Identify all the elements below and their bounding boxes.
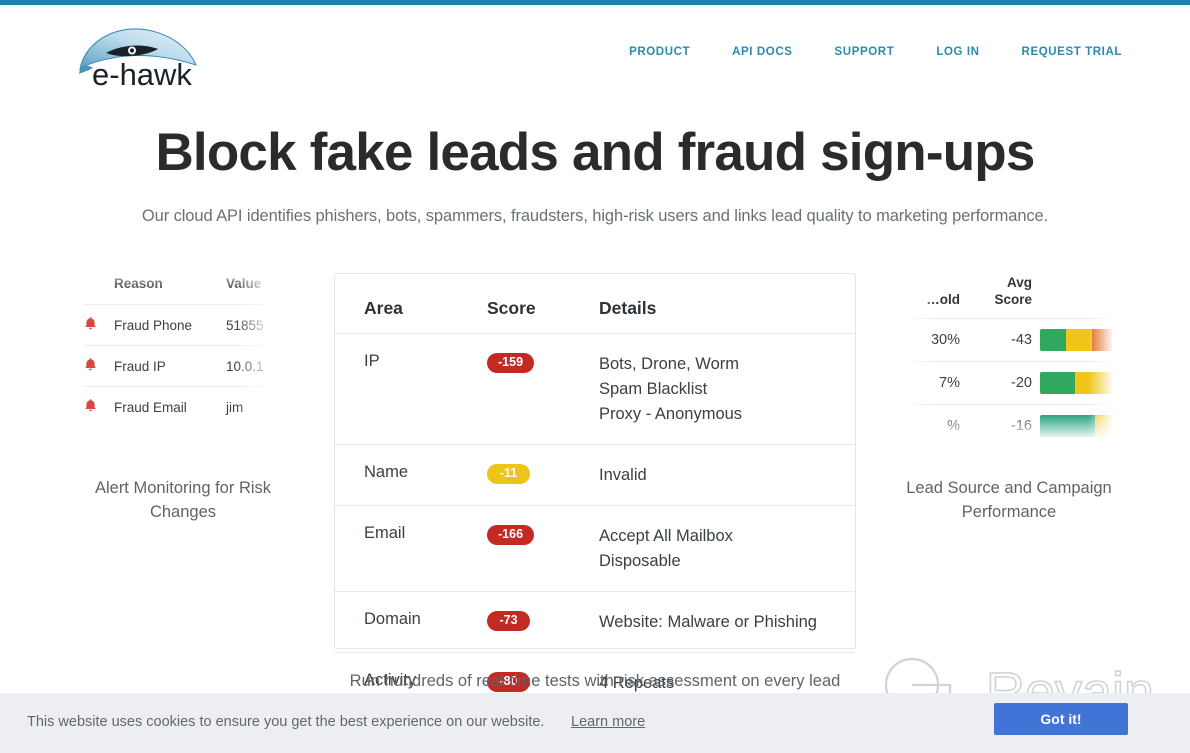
- risk-details: Invalid: [597, 444, 855, 506]
- bar-segment-orange: [1091, 329, 1112, 351]
- site-header: e-hawk PRODUCT API DOCS SUPPORT LOG IN R…: [0, 5, 1190, 100]
- alert-reason: Fraud IP: [114, 345, 226, 387]
- campaign-avg-score: -20: [968, 361, 1040, 405]
- campaign-threshold: 7%: [896, 361, 968, 405]
- risk-col-score: Score: [487, 274, 597, 334]
- alert-value: 51855: [226, 304, 282, 346]
- risk-details: Website: Malware or Phishing: [597, 591, 855, 653]
- table-row: Email -166 Accept All Mailbox Disposable: [335, 505, 855, 592]
- campaign-bar-cell: [1040, 404, 1122, 444]
- bar-segment-yellow: [1094, 415, 1112, 437]
- bell-icon: [84, 316, 97, 331]
- risk-col-area: Area: [335, 274, 487, 334]
- right-panel-caption: Lead Source and Campaign Performance: [906, 479, 1112, 521]
- page-root: e-hawk PRODUCT API DOCS SUPPORT LOG IN R…: [0, 0, 1190, 753]
- campaign-col-avg-score: Avg Score: [994, 275, 1032, 307]
- cookie-learn-more-link[interactable]: Learn more: [571, 714, 645, 730]
- nav-item-api-docs[interactable]: API DOCS: [711, 46, 813, 58]
- table-row: % -16: [896, 404, 1122, 444]
- risk-table: Area Score Details IP -159 Bots, Drone, …: [335, 274, 855, 713]
- cookie-message: This website uses cookies to ensure you …: [27, 714, 545, 730]
- bell-icon: [84, 357, 97, 372]
- alert-reason: Fraud Phone: [114, 304, 226, 346]
- campaign-col-threshold: …old: [926, 292, 960, 307]
- alert-reason: Fraud Email: [114, 386, 226, 427]
- risk-col-details: Details: [597, 274, 855, 334]
- score-bar: [1040, 372, 1112, 394]
- campaign-avg-score: -16: [968, 404, 1040, 444]
- table-row: IP -159 Bots, Drone, Worm Spam Blacklist…: [335, 333, 855, 445]
- risk-area: Name: [335, 444, 487, 506]
- risk-table-header-row: Area Score Details: [335, 274, 855, 334]
- risk-score-cell: -11: [487, 444, 597, 506]
- ehawk-logo-mark: e-hawk: [79, 28, 197, 87]
- table-row: Fraud Email jim: [84, 386, 282, 427]
- alert-icon-cell: [84, 345, 114, 387]
- svg-text:e-hawk: e-hawk: [92, 57, 192, 87]
- nav-item-product[interactable]: PRODUCT: [608, 46, 711, 58]
- campaign-col-bar: [1040, 274, 1122, 319]
- risk-assessment-card: Area Score Details IP -159 Bots, Drone, …: [334, 273, 856, 692]
- campaign-bar-cell: [1040, 361, 1122, 405]
- status-badge: -11: [487, 464, 530, 484]
- table-row: 30% -43: [896, 318, 1122, 362]
- bar-segment-yellow: [1074, 372, 1112, 394]
- alert-icon-cell: [84, 304, 114, 346]
- bell-icon: [84, 398, 97, 413]
- campaign-avg-score: -43: [968, 318, 1040, 362]
- alert-value: 10.0.1: [226, 345, 282, 387]
- risk-area: IP: [335, 333, 487, 445]
- alerts-table: Reason Value Fraud Phone 51855 Fraud IP …: [84, 276, 282, 427]
- page-subtitle: Our cloud API identifies phishers, bots,…: [141, 207, 1049, 225]
- table-row: Fraud IP 10.0.1: [84, 345, 282, 387]
- campaign-table: …old Avg Score 30% -43 7% -20 % -16: [896, 274, 1122, 444]
- campaign-performance-preview: …old Avg Score 30% -43 7% -20 % -16: [896, 262, 1122, 444]
- alert-value: jim: [226, 386, 282, 427]
- risk-area: Domain: [335, 591, 487, 653]
- status-badge: -159: [487, 353, 535, 373]
- alerts-table-header-row: Reason Value: [84, 276, 282, 305]
- alerts-col-reason: Reason: [114, 276, 163, 291]
- main-nav: PRODUCT API DOCS SUPPORT LOG IN REQUEST …: [608, 46, 1122, 58]
- score-bar: [1040, 329, 1112, 351]
- alerts-col-value: Value: [226, 276, 262, 291]
- risk-area: Email: [335, 505, 487, 592]
- nav-item-log-in[interactable]: LOG IN: [915, 46, 1000, 58]
- bar-segment-yellow: [1065, 329, 1092, 351]
- bar-segment-green: [1040, 329, 1066, 351]
- table-row: 7% -20: [896, 361, 1122, 405]
- cookie-accept-button[interactable]: Got it!: [994, 703, 1128, 735]
- table-row: Domain -73 Website: Malware or Phishing: [335, 591, 855, 653]
- status-badge: -166: [487, 525, 535, 545]
- ehawk-logo[interactable]: e-hawk: [76, 25, 212, 87]
- center-card-caption: Run hundreds of real-time tests with ris…: [349, 672, 841, 690]
- alert-monitoring-preview: Reason Value Fraud Phone 51855 Fraud IP …: [84, 262, 282, 442]
- campaign-bar-cell: [1040, 318, 1122, 362]
- risk-score-cell: -73: [487, 591, 597, 653]
- alerts-icon-header: [84, 276, 114, 305]
- risk-score-cell: -166: [487, 505, 597, 592]
- table-row: Fraud Phone 51855: [84, 304, 282, 346]
- campaign-table-header-row: …old Avg Score: [896, 274, 1122, 319]
- bar-segment-green: [1040, 415, 1095, 437]
- page-title: Block fake leads and fraud sign-ups: [155, 123, 1035, 182]
- risk-details: Bots, Drone, Worm Spam Blacklist Proxy -…: [597, 333, 855, 445]
- score-bar: [1040, 415, 1112, 437]
- status-badge: -73: [487, 611, 530, 631]
- left-panel-caption: Alert Monitoring for Risk Changes: [94, 479, 272, 521]
- risk-score-cell: -159: [487, 333, 597, 445]
- campaign-threshold: 30%: [896, 318, 968, 362]
- nav-item-support[interactable]: SUPPORT: [814, 46, 916, 58]
- table-row: Name -11 Invalid: [335, 444, 855, 506]
- campaign-threshold: %: [896, 404, 968, 444]
- alert-icon-cell: [84, 386, 114, 427]
- nav-item-request-trial[interactable]: REQUEST TRIAL: [1001, 46, 1122, 58]
- bar-segment-green: [1040, 372, 1075, 394]
- risk-details: Accept All Mailbox Disposable: [597, 505, 855, 592]
